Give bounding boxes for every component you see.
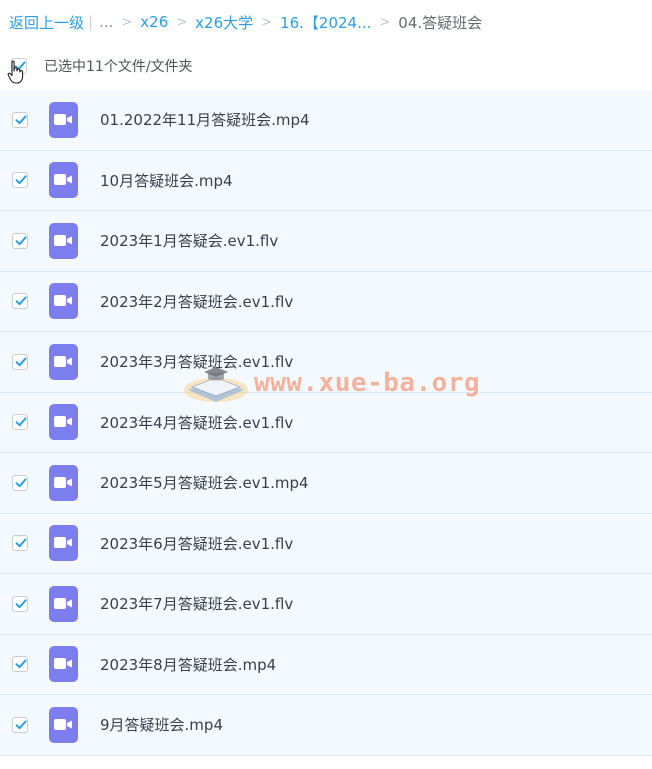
file-name[interactable]: 2023年7月答疑班会.ev1.flv <box>100 593 293 614</box>
file-checkbox[interactable] <box>12 595 28 612</box>
file-checkbox[interactable] <box>12 656 28 673</box>
chevron-right-icon: > <box>176 14 188 30</box>
file-row[interactable]: 9月答疑班会.mp4 <box>0 695 652 756</box>
file-checkbox[interactable] <box>12 111 28 128</box>
file-row[interactable]: 10月答疑班会.mp4 <box>0 150 652 211</box>
file-checkbox[interactable] <box>12 293 28 310</box>
selection-count-text: 已选中11个文件/文件夹 <box>44 59 193 75</box>
breadcrumb-ellipsis[interactable]: ... <box>99 13 113 31</box>
selection-bar: 已选中11个文件/文件夹 <box>0 52 652 80</box>
video-camera-icon <box>54 597 72 609</box>
checkmark-icon <box>15 236 27 245</box>
breadcrumb-item-16[interactable]: 16.【2024... <box>280 12 371 33</box>
video-camera-icon <box>54 658 72 670</box>
file-row[interactable]: 01.2022年11月答疑班会.mp4 <box>0 90 652 151</box>
file-checkbox[interactable] <box>12 232 28 249</box>
chevron-right-icon: > <box>261 14 273 30</box>
file-name[interactable]: 2023年1月答疑会.ev1.flv <box>100 230 278 251</box>
back-link[interactable]: 返回上一级 <box>9 12 84 33</box>
video-file-icon[interactable] <box>49 404 78 441</box>
video-camera-icon <box>54 234 72 246</box>
checkmark-icon <box>15 538 27 548</box>
checkmark-icon <box>15 296 27 306</box>
breadcrumb-item-x26-university[interactable]: x26大学 <box>195 12 253 33</box>
file-name[interactable]: 10月答疑班会.mp4 <box>100 170 233 191</box>
checkmark-icon <box>15 115 27 124</box>
file-row[interactable]: 2023年1月答疑会.ev1.flv <box>0 211 652 272</box>
video-camera-icon <box>54 718 72 730</box>
file-name[interactable]: 2023年6月答疑班会.ev1.flv <box>100 533 293 554</box>
file-name[interactable]: 2023年3月答疑班会.ev1.flv <box>100 351 293 372</box>
file-row[interactable]: 2023年5月答疑班会.ev1.mp4 <box>0 453 652 514</box>
video-camera-icon <box>54 355 72 367</box>
video-file-icon[interactable] <box>49 464 78 501</box>
file-row[interactable]: 2023年6月答疑班会.ev1.flv <box>0 513 652 574</box>
file-name[interactable]: 2023年4月答疑班会.ev1.flv <box>100 412 293 433</box>
checkmark-icon <box>15 659 27 669</box>
file-row[interactable]: 2023年7月答疑班会.ev1.flv <box>0 574 652 635</box>
file-checkbox[interactable] <box>12 172 28 189</box>
hand-cursor-icon <box>7 60 24 84</box>
file-row[interactable]: 2023年4月答疑班会.ev1.flv <box>0 392 652 453</box>
video-file-icon[interactable] <box>49 646 78 683</box>
file-row[interactable]: 2023年8月答疑班会.mp4 <box>0 634 652 695</box>
checkmark-icon <box>15 478 27 487</box>
checkmark-icon <box>15 175 27 185</box>
checkmark-icon <box>15 599 27 608</box>
file-name[interactable]: 9月答疑班会.mp4 <box>100 714 223 735</box>
file-row[interactable]: 2023年3月答疑班会.ev1.flv <box>0 332 652 393</box>
chevron-right-icon: > <box>121 14 133 30</box>
video-file-icon[interactable] <box>49 101 78 138</box>
video-file-icon[interactable] <box>49 162 78 199</box>
video-camera-icon <box>54 416 72 428</box>
file-name[interactable]: 01.2022年11月答疑班会.mp4 <box>100 109 310 130</box>
video-file-icon[interactable] <box>49 525 78 562</box>
breadcrumb-item-x26[interactable]: x26 <box>140 13 168 31</box>
file-name[interactable]: 2023年8月答疑班会.mp4 <box>100 654 276 675</box>
file-checkbox[interactable] <box>12 716 28 733</box>
file-name[interactable]: 2023年5月答疑班会.ev1.mp4 <box>100 472 309 493</box>
file-list: 01.2022年11月答疑班会.mp4 10月答疑班会.mp4 2023年1月答疑会… <box>0 90 652 756</box>
file-name[interactable]: 2023年2月答疑班会.ev1.flv <box>100 291 293 312</box>
video-file-icon[interactable] <box>49 343 78 380</box>
file-checkbox[interactable] <box>12 414 28 431</box>
video-file-icon[interactable] <box>49 222 78 259</box>
file-row[interactable]: 2023年2月答疑班会.ev1.flv <box>0 271 652 332</box>
checkmark-icon <box>15 417 27 427</box>
video-file-icon[interactable] <box>49 706 78 743</box>
breadcrumb: 返回上一级 | ... > x26 > x26大学 > 16.【2024... … <box>9 10 482 34</box>
video-file-icon[interactable] <box>49 585 78 622</box>
file-checkbox[interactable] <box>12 353 28 370</box>
video-camera-icon <box>54 295 72 307</box>
chevron-right-icon: > <box>379 14 391 30</box>
checkmark-icon <box>15 357 27 366</box>
checkmark-icon <box>15 720 27 729</box>
video-file-icon[interactable] <box>49 283 78 320</box>
video-camera-icon <box>54 174 72 186</box>
file-checkbox[interactable] <box>12 535 28 552</box>
file-checkbox[interactable] <box>12 474 28 491</box>
breadcrumb-current: 04.答疑班会 <box>398 13 483 32</box>
video-camera-icon <box>54 476 72 488</box>
video-camera-icon <box>54 537 72 549</box>
breadcrumb-divider: | <box>88 13 94 31</box>
video-camera-icon <box>54 113 72 125</box>
